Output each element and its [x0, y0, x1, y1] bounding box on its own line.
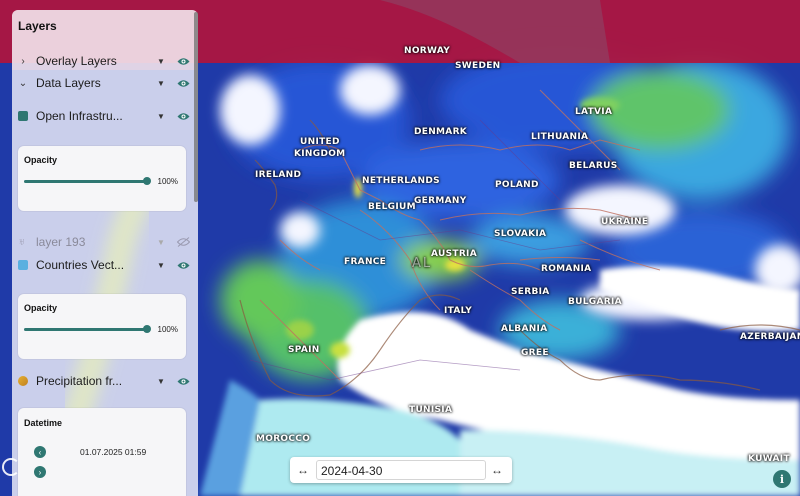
label-sweden: SWEDEN [455, 61, 501, 71]
label-germany: GERMANY [414, 196, 467, 206]
label-kingdom: KINGDOM [294, 149, 346, 159]
datetime-label: Datetime [24, 418, 63, 428]
label-denmark: DENMARK [414, 127, 468, 137]
info-button[interactable]: i [773, 470, 791, 488]
date-prev-arrow-icon[interactable]: ↔ [296, 463, 310, 477]
label-latvia: LATVIA [575, 107, 613, 117]
datetime-card: Datetime ‹ 01.07.2025 01:59 › [18, 408, 186, 496]
label-austria: AUSTRIA [431, 249, 477, 259]
label-poland: POLAND [495, 180, 539, 190]
label-albania: ALBANIA [501, 324, 548, 334]
datetime-value: 01.07.2025 01:59 [80, 447, 147, 457]
precipitation-label: Precipitation fr... [36, 374, 123, 388]
opacity-value: 100% [157, 325, 178, 334]
eye-icon[interactable] [176, 258, 190, 272]
label-azerbaijan: AZERBAIJAN [740, 332, 800, 342]
chevron-right-icon[interactable]: › [34, 466, 46, 478]
label-alps: AL [412, 256, 433, 271]
data-layers-row[interactable]: ⌄ Data Layers ▼ [18, 74, 190, 92]
countries-vector-layer-row[interactable]: Countries Vect... ▼ [18, 256, 190, 274]
label-belgium: BELGIUM [368, 202, 416, 212]
date-next-arrow-icon[interactable]: ↔ [490, 463, 504, 477]
eye-icon[interactable] [176, 109, 190, 123]
label-serbia: SERBIA [511, 287, 550, 297]
caret-down-icon[interactable]: ▼ [154, 261, 168, 270]
opacity-label: Opacity [24, 155, 58, 165]
label-netherlands: NETHERLANDS [362, 176, 440, 186]
caret-down-icon[interactable]: ▼ [154, 238, 168, 247]
layer-193-row[interactable]: ♅ layer 193 ▼ [18, 233, 190, 251]
open-infra-label: Open Infrastru... [36, 109, 123, 123]
refresh-icon[interactable] [2, 458, 20, 476]
label-kuwait: KUWAIT [748, 454, 790, 464]
layer-193-label: layer 193 [36, 235, 86, 249]
label-france: FRANCE [344, 257, 387, 267]
chevron-down-icon[interactable]: ⌄ [18, 78, 28, 89]
label-spain: SPAIN [288, 345, 320, 355]
precipitation-layer-row[interactable]: Precipitation fr... ▼ [18, 372, 190, 390]
eye-icon[interactable] [176, 76, 190, 90]
opacity-card-open-infra: Opacity 100% [18, 146, 186, 211]
opacity-slider[interactable] [24, 328, 147, 331]
slider-handle[interactable] [143, 325, 151, 333]
data-layers-label: Data Layers [36, 76, 101, 90]
panel-title: Layers [18, 19, 57, 33]
caret-down-icon[interactable]: ▼ [154, 57, 168, 66]
label-slovakia: SLOVAKIA [494, 229, 547, 239]
eye-icon[interactable] [176, 374, 190, 388]
panel-scrollbar[interactable] [194, 12, 198, 202]
opacity-label: Opacity [24, 303, 58, 313]
label-norway: NORWAY [404, 46, 451, 56]
chevron-right-icon[interactable]: › [18, 56, 28, 67]
layer-color-swatch [18, 260, 28, 270]
label-romania: ROMANIA [541, 264, 592, 274]
label-belarus: BELARUS [569, 161, 618, 171]
label-bulgaria: BULGARIA [568, 297, 622, 307]
layers-panel: Layers › Overlay Layers ▼ ⌄ Data Layers … [12, 10, 198, 496]
eye-off-icon[interactable] [176, 235, 190, 249]
label-tunisia: TUNISIA [409, 405, 453, 415]
label-italy: ITALY [444, 306, 473, 316]
overlay-layers-row[interactable]: › Overlay Layers ▼ [18, 52, 190, 70]
opacity-slider[interactable] [24, 180, 147, 183]
label-greece: GREE [521, 348, 549, 358]
countries-vector-label: Countries Vect... [36, 258, 125, 272]
eye-icon[interactable] [176, 54, 190, 68]
layer-color-swatch [18, 111, 28, 121]
label-united: UNITED [300, 137, 340, 147]
date-input[interactable]: 2024-04-30 [316, 460, 486, 480]
caret-down-icon[interactable]: ▼ [154, 377, 168, 386]
overlay-layers-label: Overlay Layers [36, 54, 117, 68]
opacity-value: 100% [157, 177, 178, 186]
slider-handle[interactable] [143, 177, 151, 185]
caret-down-icon[interactable]: ▼ [154, 79, 168, 88]
layer-generic-icon: ♅ [18, 236, 26, 248]
open-infra-layer-row[interactable]: Open Infrastru... ▼ [18, 107, 190, 125]
label-ireland: IRELAND [255, 170, 302, 180]
opacity-card-countries: Opacity 100% [18, 294, 186, 359]
label-morocco: MOROCCO [256, 434, 311, 444]
precipitation-icon [18, 376, 28, 386]
label-lithuania: LITHUANIA [531, 132, 589, 142]
chevron-left-icon[interactable]: ‹ [34, 446, 46, 458]
date-control-bar: ↔ 2024-04-30 ↔ [290, 457, 512, 483]
caret-down-icon[interactable]: ▼ [154, 112, 168, 121]
label-ukraine: UKRAINE [601, 217, 649, 227]
